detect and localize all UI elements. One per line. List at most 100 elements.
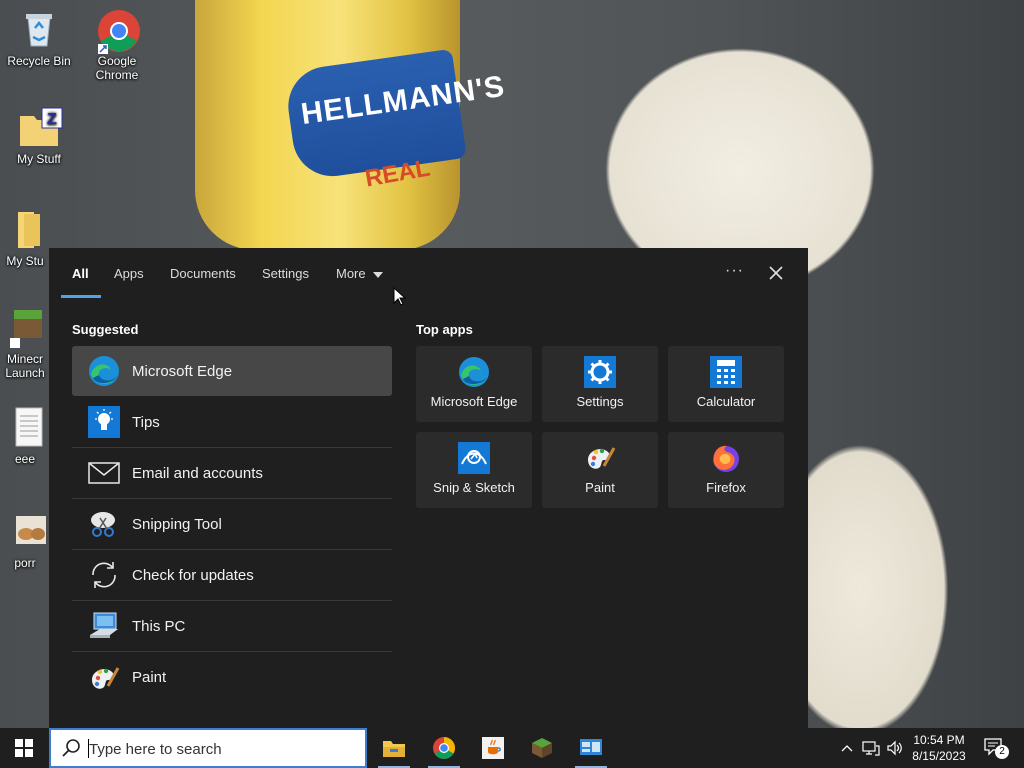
envelope-icon xyxy=(86,455,122,491)
top-app-label: Firefox xyxy=(706,480,746,495)
active-tab-indicator xyxy=(61,295,101,298)
palette-icon xyxy=(582,440,618,476)
suggested-item-label: Tips xyxy=(132,413,160,431)
notifications-button[interactable]: 2 xyxy=(980,728,1010,768)
desktop-icon-google-chrome[interactable]: Google Chrome xyxy=(80,8,154,82)
suggested-item-label: Snipping Tool xyxy=(132,515,222,533)
desktop-icon-label: Minecr Launch xyxy=(5,352,45,380)
lightbulb-icon xyxy=(86,404,122,440)
suggested-item-label: Microsoft Edge xyxy=(132,362,233,380)
volume-button[interactable] xyxy=(884,728,906,768)
desktop-icon-eee[interactable]: eee xyxy=(2,406,48,466)
chrome-icon xyxy=(433,737,455,759)
show-hidden-icons-button[interactable] xyxy=(837,728,857,768)
snip-sketch-icon xyxy=(456,440,492,476)
network-icon xyxy=(862,741,880,756)
tab-apps[interactable]: Apps xyxy=(114,266,144,281)
search-panel: All Apps Documents Settings More ··· Sug… xyxy=(49,248,808,728)
taskbar-file-explorer[interactable] xyxy=(370,728,418,768)
top-app-firefox[interactable]: Firefox xyxy=(668,432,784,508)
caret-down-icon xyxy=(372,271,383,278)
desktop-icon-label: porr xyxy=(14,556,36,570)
palette-icon xyxy=(86,660,122,696)
grass-block-icon xyxy=(532,738,552,758)
mouse-cursor-icon xyxy=(393,286,407,307)
archive-folder-icon: Z xyxy=(18,106,63,148)
image-thumbnail-icon xyxy=(4,510,46,552)
folder-icon xyxy=(383,741,405,757)
gear-icon xyxy=(582,354,618,390)
refresh-icon xyxy=(86,557,122,593)
top-app-paint[interactable]: Paint xyxy=(542,432,658,508)
tab-more[interactable]: More xyxy=(336,266,383,281)
tab-settings[interactable]: Settings xyxy=(262,266,309,281)
edge-icon xyxy=(86,353,122,389)
suggested-item-label: This PC xyxy=(132,617,186,635)
close-button[interactable] xyxy=(765,262,787,284)
grass-block-icon xyxy=(4,306,46,348)
suggested-item-label: Check for updates xyxy=(132,566,254,584)
text-document-icon xyxy=(4,406,46,448)
suggested-item-paint[interactable]: Paint xyxy=(72,652,392,703)
desktop-icon-my-stuff-2[interactable]: My Stu xyxy=(2,208,48,268)
desktop-icon-recycle-bin[interactable]: Recycle Bin xyxy=(2,8,76,68)
suggested-item-snipping-tool[interactable]: Snipping Tool xyxy=(72,499,392,550)
chevron-up-icon xyxy=(841,745,853,752)
folder-icon xyxy=(4,208,46,250)
suggested-item-label: Paint xyxy=(132,669,167,686)
edge-icon xyxy=(456,354,492,390)
desktop-icon-label: Google Chrome xyxy=(95,54,139,82)
taskbar-minecraft[interactable] xyxy=(518,728,566,768)
tab-all[interactable]: All xyxy=(72,266,89,281)
desktop-icon-porr[interactable]: porr xyxy=(2,510,48,570)
java-icon xyxy=(482,737,504,759)
suggested-item-microsoft-edge[interactable]: Microsoft Edge xyxy=(72,346,392,396)
top-apps-heading: Top apps xyxy=(416,322,473,337)
top-app-snip-sketch[interactable]: Snip & Sketch xyxy=(416,432,532,508)
taskbar-search-box[interactable] xyxy=(49,728,367,768)
clock-date: 8/15/2023 xyxy=(912,749,966,763)
desktop-icon-label: eee xyxy=(14,452,36,466)
top-app-microsoft-edge[interactable]: Microsoft Edge xyxy=(416,346,532,422)
suggested-heading: Suggested xyxy=(72,322,139,337)
notification-count-badge: 2 xyxy=(995,745,1009,759)
network-button[interactable] xyxy=(860,728,882,768)
suggested-item-this-pc[interactable]: This PC xyxy=(72,601,392,652)
search-input[interactable] xyxy=(89,739,349,759)
suggested-item-email-accounts[interactable]: Email and accounts xyxy=(72,448,392,499)
taskbar-control-panel[interactable] xyxy=(567,728,615,768)
taskbar-clock[interactable]: 10:54 PM 8/15/2023 xyxy=(906,732,972,764)
recycle-bin-icon xyxy=(18,8,60,50)
search-tabs: All Apps Documents Settings More ··· xyxy=(49,248,808,300)
close-icon xyxy=(769,266,783,280)
top-app-label: Calculator xyxy=(696,394,756,409)
scissors-icon xyxy=(86,506,122,542)
desktop-icon-my-stuff[interactable]: Z My Stuff xyxy=(2,106,76,166)
computer-icon xyxy=(86,608,122,644)
chrome-icon xyxy=(96,8,140,54)
desktop-icon-label: My Stuff xyxy=(17,152,61,166)
taskbar: 10:54 PM 8/15/2023 2 xyxy=(0,728,1024,768)
start-button[interactable] xyxy=(0,728,48,768)
top-app-calculator[interactable]: Calculator xyxy=(668,346,784,422)
top-app-label: Microsoft Edge xyxy=(430,394,518,409)
tab-documents[interactable]: Documents xyxy=(170,266,236,281)
top-app-settings[interactable]: Settings xyxy=(542,346,658,422)
desktop-icon-label: Recycle Bin xyxy=(7,54,71,68)
taskbar-chrome[interactable] xyxy=(420,728,468,768)
svg-text:Z: Z xyxy=(47,111,57,128)
desktop-icon-minecraft-launcher[interactable]: Minecr Launch xyxy=(2,306,48,380)
firefox-icon xyxy=(708,440,744,476)
speaker-icon xyxy=(887,740,902,756)
windows-logo-icon xyxy=(15,739,33,757)
suggested-item-label: Email and accounts xyxy=(132,464,263,482)
window-app-icon xyxy=(580,739,602,755)
desktop-icon-label: My Stu xyxy=(6,254,44,268)
more-options-icon[interactable]: ··· xyxy=(725,262,744,280)
suggested-item-tips[interactable]: Tips xyxy=(72,397,392,448)
calculator-icon xyxy=(708,354,744,390)
top-app-label: Settings xyxy=(576,394,624,409)
suggested-item-check-updates[interactable]: Check for updates xyxy=(72,550,392,601)
taskbar-java[interactable] xyxy=(469,728,517,768)
search-icon xyxy=(62,739,80,757)
